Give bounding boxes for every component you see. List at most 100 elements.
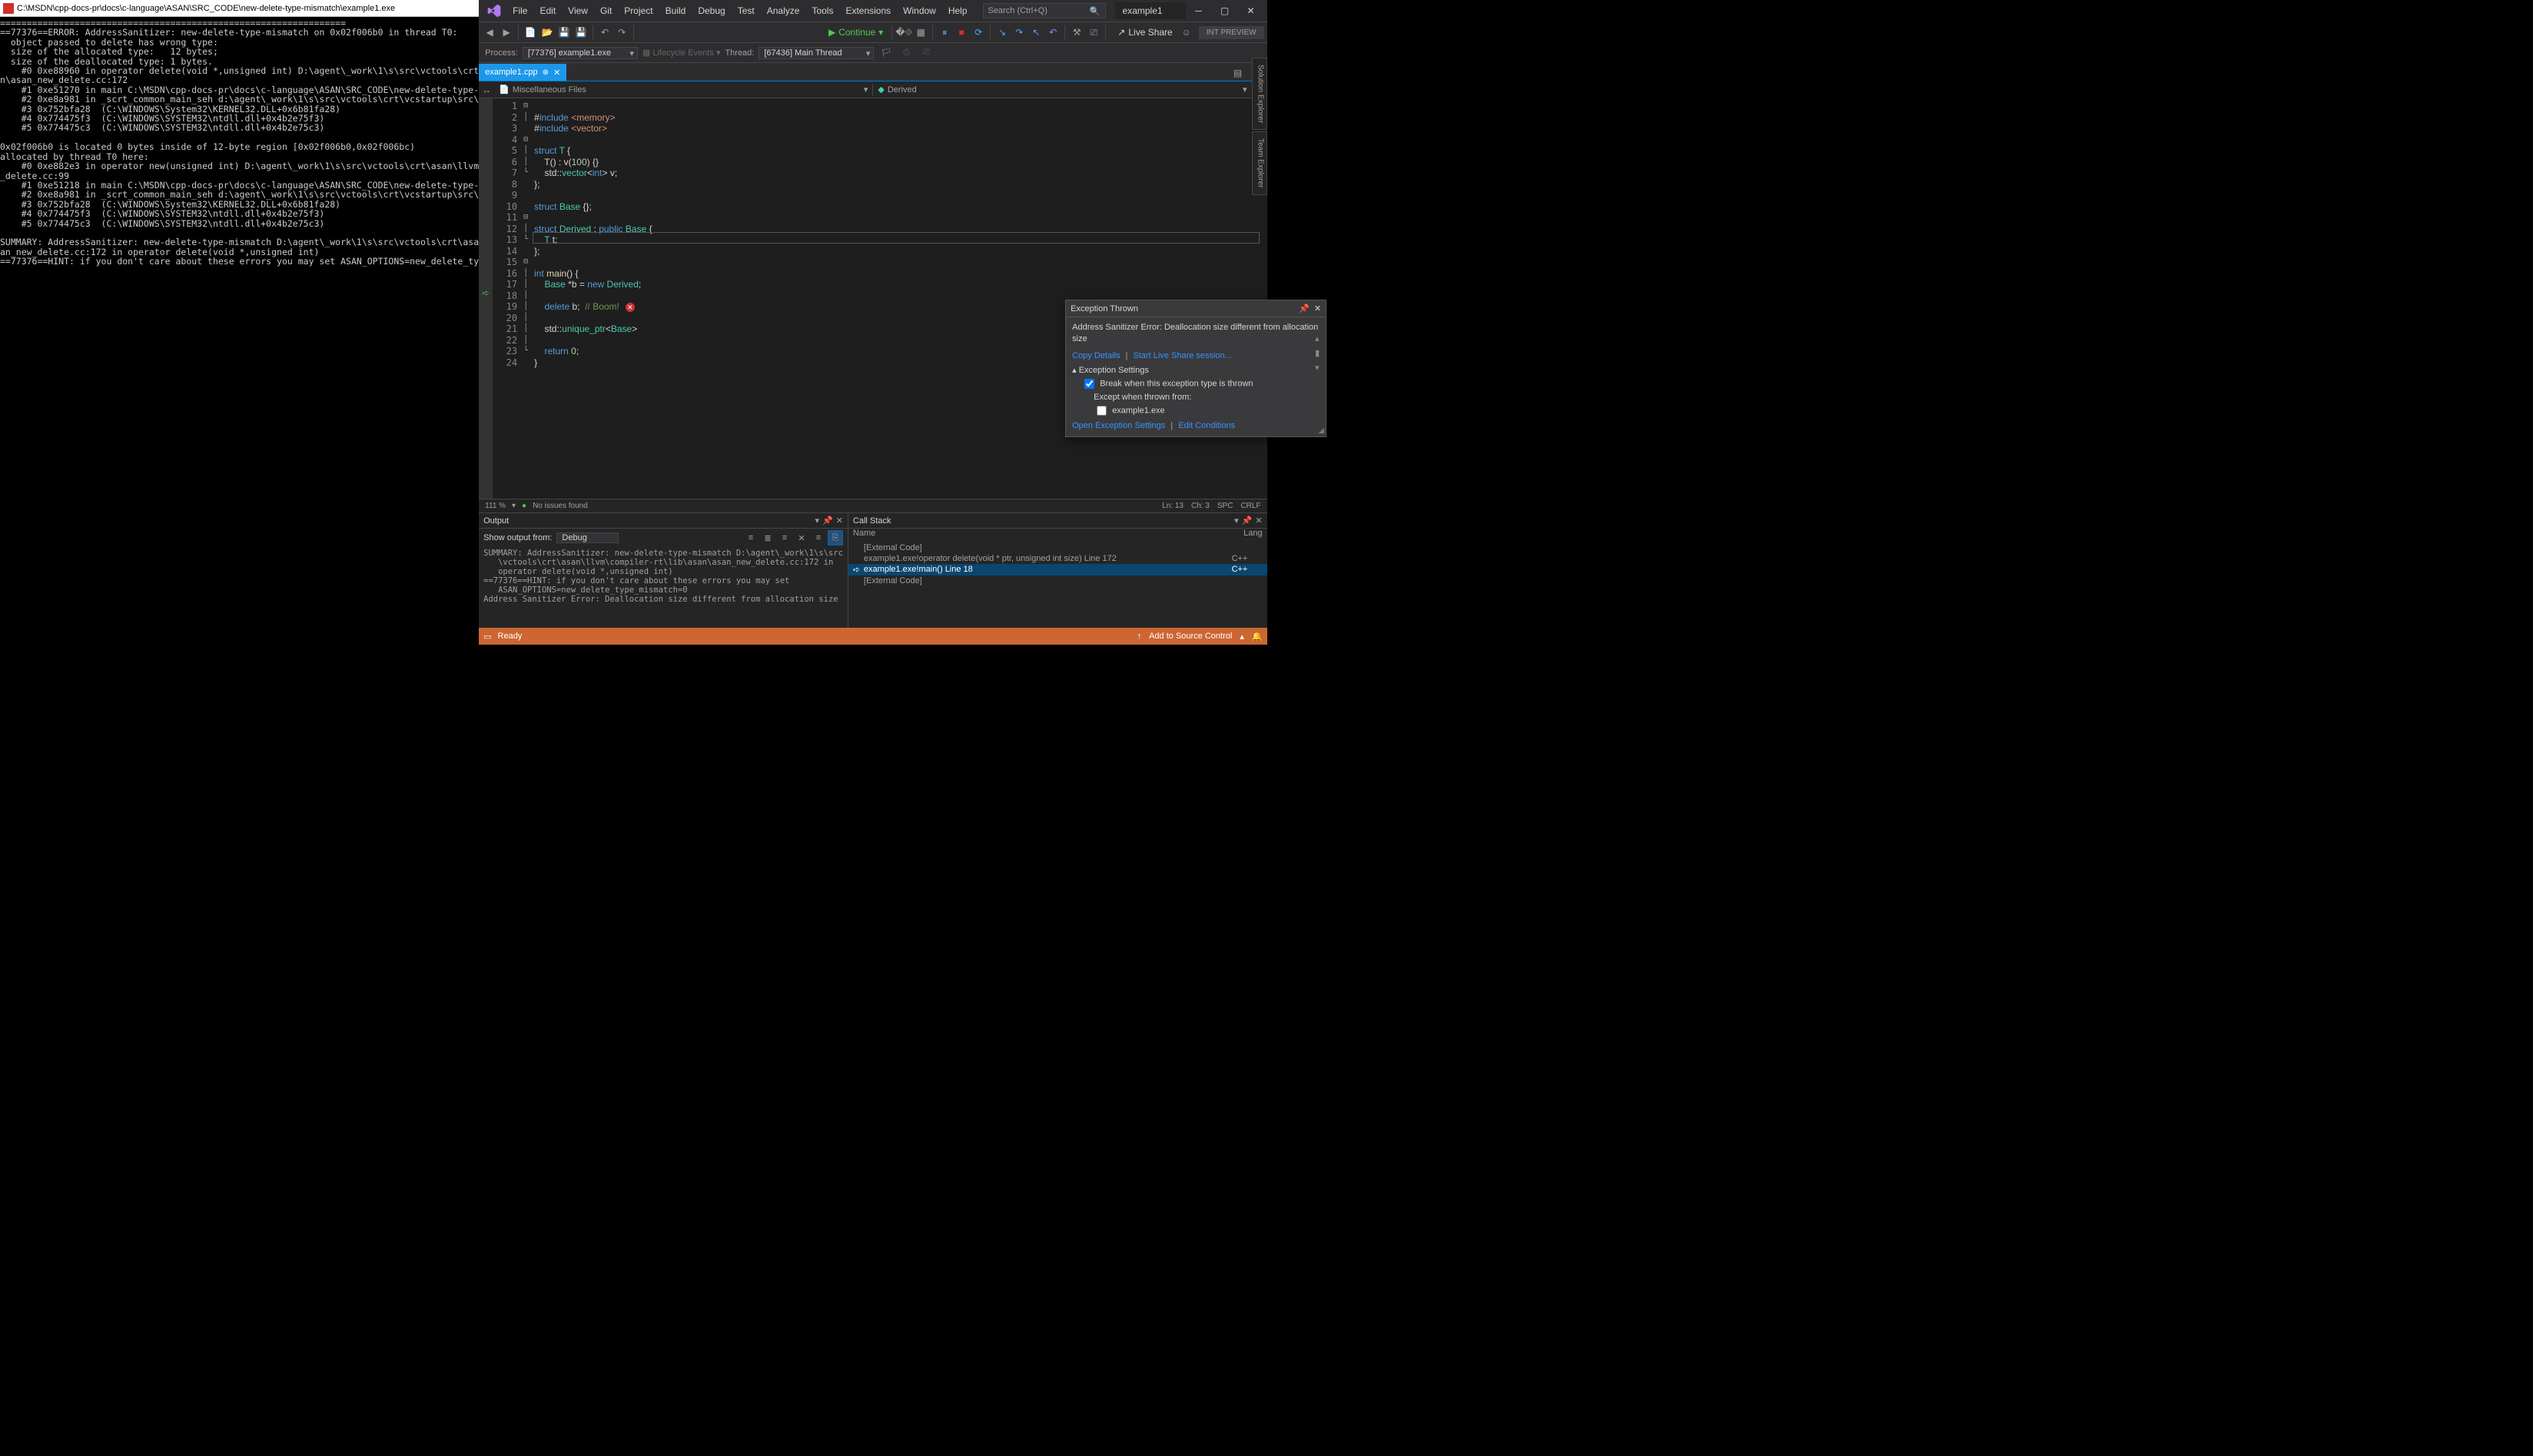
col-indicator[interactable]: Ch: 3 — [1191, 502, 1210, 510]
output-btn-3[interactable]: ≡ — [777, 530, 792, 546]
menu-git[interactable]: Git — [594, 5, 618, 16]
menu-edit[interactable]: Edit — [533, 5, 562, 16]
close-icon[interactable]: ✕ — [1255, 516, 1262, 526]
scroll-thumb[interactable]: ▮ — [1315, 348, 1320, 360]
class-combo[interactable]: ◆ Derived ▾ — [873, 85, 1251, 95]
menu-build[interactable]: Build — [659, 5, 692, 16]
output-btn-5[interactable]: ≡ — [811, 530, 826, 546]
callstack-row[interactable]: [External Code] — [848, 575, 1267, 586]
zoom-level[interactable]: 111 % — [485, 502, 506, 510]
team-explorer-tab[interactable]: Team Explorer — [1252, 131, 1267, 194]
process-combo[interactable]: [77376] example1.exe — [523, 47, 638, 59]
notifications-icon[interactable]: 🔔 — [1252, 632, 1263, 642]
menu-tools[interactable]: Tools — [805, 5, 839, 16]
undo-icon[interactable]: ↶ — [597, 25, 613, 40]
save-icon[interactable]: 💾 — [556, 25, 572, 40]
preview-icon[interactable]: ▤ — [1230, 65, 1246, 81]
pin-icon[interactable]: 📌 — [1299, 303, 1310, 313]
menu-help[interactable]: Help — [942, 5, 974, 16]
nav-dd-icon[interactable]: ↔ — [479, 82, 494, 98]
thread-combo[interactable]: [67436] Main Thread — [759, 47, 874, 59]
output-btn-1[interactable]: ≡ — [743, 530, 759, 546]
pin-icon[interactable]: 📌 — [822, 516, 833, 526]
issues-text[interactable]: No issues found — [533, 502, 588, 510]
step-over-icon[interactable]: ↷ — [1011, 25, 1027, 40]
exception-settings-header[interactable]: ▴ Exception Settings — [1072, 365, 1320, 375]
pin-icon[interactable]: 📌 — [1242, 516, 1253, 526]
copy-details-link[interactable]: Copy Details — [1072, 351, 1120, 360]
chevron-down-icon[interactable]: ▾ — [512, 502, 516, 510]
edit-conditions-link[interactable]: Edit Conditions — [1178, 421, 1235, 430]
search-box[interactable]: Search (Ctrl+Q) 🔍 — [983, 3, 1106, 18]
exception-marker-icon[interactable]: ✕ — [626, 303, 635, 312]
flag-icon[interactable]: 🏳 — [878, 45, 894, 61]
chevron-down-icon[interactable]: ▾ — [1234, 516, 1239, 526]
code-editor[interactable]: ➪ 1 2 3 4 5 6 7 8 9 10 11 12 13 14 15 16… — [479, 98, 1266, 499]
scroll-up-icon[interactable]: ▴ — [1315, 333, 1320, 345]
start-liveshare-link[interactable]: Start Live Share session... — [1133, 351, 1231, 360]
step-back-icon[interactable]: ↶ — [1045, 25, 1061, 40]
add-source-control[interactable]: Add to Source Control — [1149, 632, 1232, 641]
break-checkbox[interactable] — [1084, 379, 1094, 389]
redo-icon[interactable]: ↷ — [614, 25, 629, 40]
menu-file[interactable]: File — [506, 5, 533, 16]
nav-fwd-icon[interactable]: ▶ — [499, 25, 514, 40]
feedback-icon[interactable]: ☺ — [1179, 25, 1194, 40]
hex-icon[interactable]: ⎚ — [918, 45, 934, 61]
stop-icon[interactable]: ■ — [954, 25, 969, 40]
restart-icon[interactable]: ⟳ — [971, 25, 986, 40]
callstack-row[interactable]: [External Code] — [848, 542, 1267, 553]
menu-extensions[interactable]: Extensions — [839, 5, 897, 16]
solution-explorer-tab[interactable]: Solution Explorer — [1252, 58, 1267, 130]
tab-close-icon[interactable]: ✕ — [553, 68, 560, 78]
crlf-indicator[interactable]: CRLF — [1240, 502, 1260, 510]
tab-example1[interactable]: example1.cpp ⊕ ✕ — [479, 64, 566, 81]
code-text[interactable]: #include <memory> #include <vector> stru… — [533, 98, 1266, 499]
output-btn-4[interactable]: ✕ — [794, 530, 809, 546]
resize-grip-icon[interactable]: ◢ — [1318, 426, 1324, 435]
console-titlebar[interactable]: C:\MSDN\cpp-docs-pr\docs\c-language\ASAN… — [0, 0, 479, 17]
open-exception-settings-link[interactable]: Open Exception Settings — [1072, 421, 1165, 430]
close-button[interactable]: ✕ — [1238, 2, 1264, 19]
project-combo[interactable]: 📄 Miscellaneous Files ▾ — [494, 85, 872, 95]
pin-icon[interactable]: ⊕ — [543, 68, 549, 77]
menu-test[interactable]: Test — [732, 5, 761, 16]
menu-debug[interactable]: Debug — [692, 5, 731, 16]
open-icon[interactable]: 📂 — [539, 25, 555, 40]
except-item-checkbox[interactable] — [1097, 406, 1107, 416]
scroll-down-icon[interactable]: ▾ — [1315, 363, 1320, 374]
output-text[interactable]: SUMMARY: AddressSanitizer: new-delete-ty… — [479, 547, 848, 628]
live-share-button[interactable]: ↗ Live Share — [1113, 27, 1177, 38]
chevron-down-icon[interactable]: ▾ — [815, 516, 819, 526]
continue-button[interactable]: ▶ Continue ▾ — [824, 27, 888, 38]
output-btn-6[interactable]: ⎘ — [828, 530, 843, 546]
output-btn-2[interactable]: ≣ — [760, 530, 775, 546]
toolbox-icon[interactable]: ⚒ — [1069, 25, 1084, 40]
callstack-row[interactable]: ➪example1.exe!main() Line 18C++ — [848, 564, 1267, 575]
close-icon[interactable]: ✕ — [1314, 303, 1321, 313]
col-lang[interactable]: Lang — [1243, 529, 1262, 542]
show-output-combo[interactable]: Debug — [556, 532, 618, 543]
pause-icon[interactable]: ⏸ — [937, 25, 952, 40]
nav-back-icon[interactable]: ◀ — [482, 25, 497, 40]
menu-analyze[interactable]: Analyze — [761, 5, 806, 16]
step-into-icon[interactable]: ↘ — [994, 25, 1010, 40]
line-indicator[interactable]: Ln: 13 — [1162, 502, 1184, 510]
minimize-button[interactable]: ─ — [1186, 2, 1212, 19]
maximize-button[interactable]: ▢ — [1212, 2, 1238, 19]
col-name[interactable]: Name — [853, 529, 1243, 542]
fold-gutter[interactable]: ⊟ │ ⊟ │ │ └ ⊟ │ └ ⊟ │ │ │ │ │ │ │ └ — [523, 98, 533, 499]
step-out-icon[interactable]: ↖ — [1028, 25, 1044, 40]
menu-view[interactable]: View — [562, 5, 594, 16]
menu-project[interactable]: Project — [618, 5, 659, 16]
new-project-icon[interactable]: 📄 — [523, 25, 538, 40]
breakpoint-gutter[interactable]: ➪ — [479, 98, 493, 499]
menu-window[interactable]: Window — [897, 5, 942, 16]
dbg-btn-1[interactable]: �⟐ — [896, 25, 911, 40]
tb-x-icon[interactable]: ⎚ — [1086, 25, 1101, 40]
chevron-up-icon[interactable]: ▴ — [1240, 632, 1244, 642]
callstack-row[interactable]: example1.exe!operator delete(void * ptr,… — [848, 553, 1267, 564]
stack-frame-icon[interactable]: ⎙ — [898, 45, 914, 61]
dbg-btn-2[interactable]: ▦ — [913, 25, 928, 40]
spc-indicator[interactable]: SPC — [1217, 502, 1233, 510]
